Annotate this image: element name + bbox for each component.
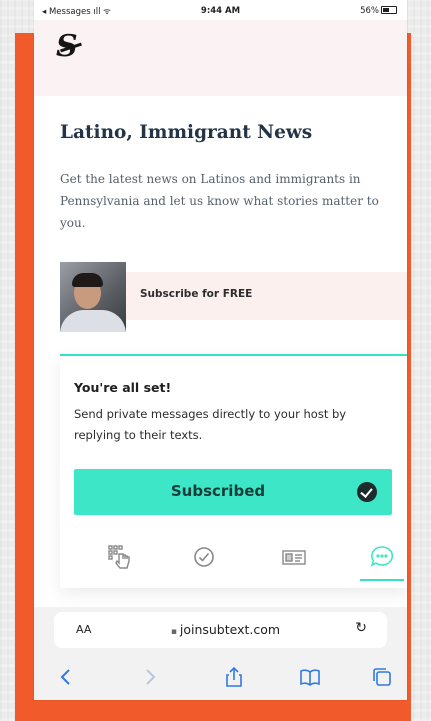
url-text[interactable]: ▪ joinsubtext.com [54, 622, 387, 637]
site-header [34, 20, 407, 96]
share-icon[interactable] [222, 665, 246, 689]
grid-hand-icon[interactable] [104, 541, 136, 573]
battery-icon [381, 6, 397, 14]
forward-icon[interactable] [138, 665, 162, 689]
host-avatar [60, 262, 126, 332]
phone-screen: ◂ Messages ıll ᯤ 9:44 AM 56% S Latino, I… [34, 0, 407, 700]
reload-icon[interactable]: ↻ [355, 620, 367, 636]
tabs-icon[interactable] [370, 665, 394, 689]
subscribe-label: Subscribe for FREE [140, 288, 253, 300]
back-icon[interactable] [54, 665, 78, 689]
safari-toolbar [34, 659, 407, 700]
page-title: Latino, Immigrant News [60, 122, 313, 143]
card-icon-row [60, 541, 407, 586]
subscribe-button[interactable]: Subscribe for FREE [126, 272, 407, 320]
subscribed-button[interactable]: Subscribed [74, 469, 392, 515]
confirmation-card: You're all set! Send private messages di… [60, 354, 407, 588]
checkmark-circle-icon[interactable] [188, 541, 220, 573]
subtext-logo[interactable]: S [56, 31, 84, 63]
lock-icon: ▪ [170, 627, 180, 637]
status-time: 9:44 AM [200, 6, 241, 16]
subscribe-row[interactable]: Subscribe for FREE [60, 262, 407, 332]
safari-address-area: AA ▪ joinsubtext.com ↻ [34, 607, 407, 659]
battery-status: 56% [360, 6, 397, 16]
id-card-icon[interactable] [278, 541, 310, 573]
chat-bubble-icon[interactable] [360, 541, 404, 581]
card-title: You're all set! [74, 380, 172, 395]
card-text: Send private messages directly to your h… [74, 407, 347, 442]
subscribed-label: Subscribed [170, 482, 266, 500]
checkmark-icon [357, 482, 377, 502]
address-bar[interactable]: AA ▪ joinsubtext.com ↻ [54, 612, 387, 648]
bookmarks-icon[interactable] [298, 665, 322, 689]
status-bar: ◂ Messages ıll ᯤ 9:44 AM 56% [34, 0, 407, 20]
page-description: Get the latest news on Latinos and immig… [60, 172, 379, 230]
